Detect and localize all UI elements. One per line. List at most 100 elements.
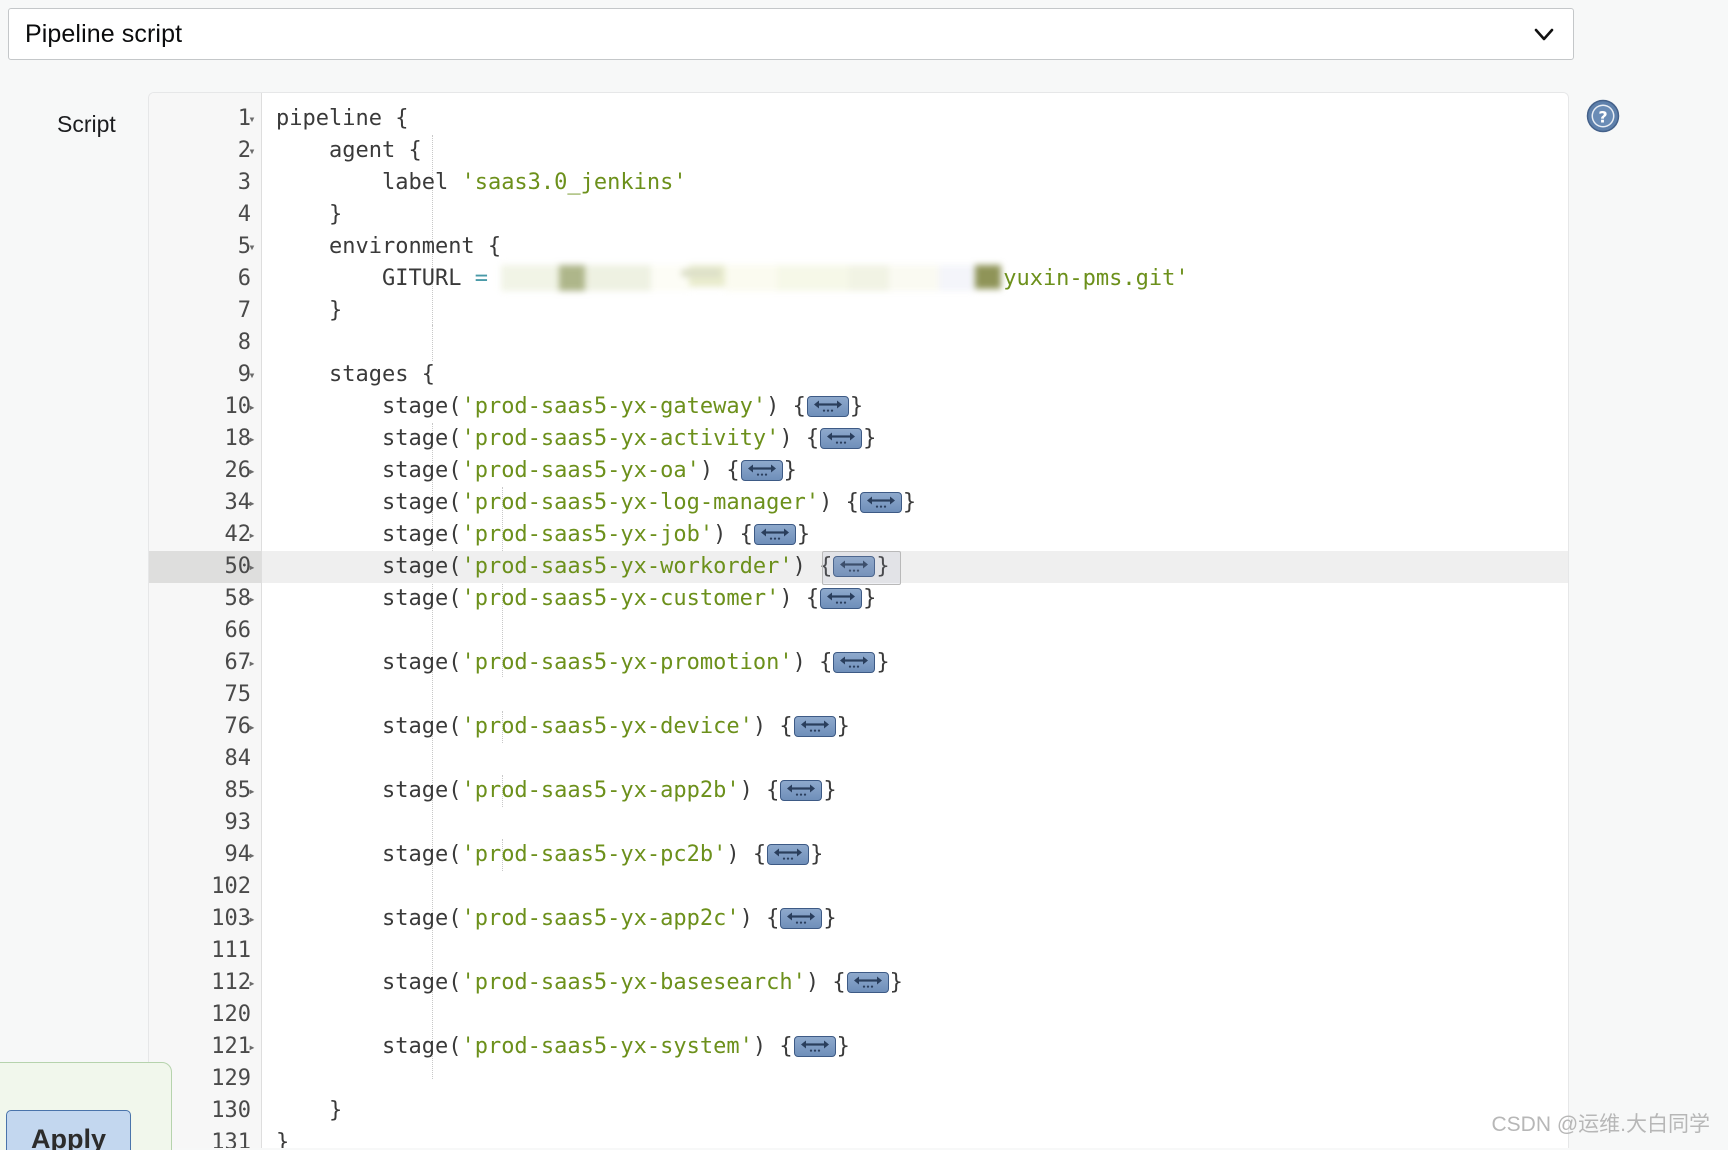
- fold-toggle-icon[interactable]: [245, 167, 259, 199]
- line-number[interactable]: 42 ▸: [149, 519, 261, 551]
- chevron-down-icon[interactable]: [1531, 21, 1557, 47]
- code-line[interactable]: [262, 1063, 1568, 1095]
- fold-toggle-icon[interactable]: [245, 1095, 259, 1127]
- line-number[interactable]: 75: [149, 679, 261, 711]
- line-number[interactable]: 67 ▸: [149, 647, 261, 679]
- code-line[interactable]: label 'saas3.0_jenkins': [262, 167, 1568, 199]
- code-line[interactable]: GITURL = yuxin-pms.git': [262, 263, 1568, 295]
- code-line[interactable]: stage('prod-saas5-yx-device') {}: [262, 711, 1568, 743]
- line-number[interactable]: 8: [149, 327, 261, 359]
- code-line[interactable]: stage('prod-saas5-yx-app2b') {}: [262, 775, 1568, 807]
- code-line[interactable]: [262, 679, 1568, 711]
- code-line[interactable]: agent {: [262, 135, 1568, 167]
- apply-button[interactable]: Apply: [6, 1110, 131, 1150]
- fold-toggle-icon[interactable]: [245, 807, 259, 839]
- fold-widget[interactable]: [753, 524, 796, 545]
- code-line[interactable]: stage('prod-saas5-yx-workorder') {}: [262, 551, 1568, 583]
- code-line[interactable]: [262, 743, 1568, 775]
- fold-widget[interactable]: [780, 780, 823, 801]
- line-number[interactable]: 76 ▸: [149, 711, 261, 743]
- fold-toggle-icon[interactable]: ▸: [245, 647, 259, 679]
- line-number[interactable]: 5 ▾: [149, 231, 261, 263]
- fold-toggle-icon[interactable]: ▾: [245, 359, 259, 391]
- fold-toggle-icon[interactable]: ▸: [245, 487, 259, 519]
- fold-toggle-icon[interactable]: [245, 1127, 259, 1148]
- fold-toggle-icon[interactable]: ▸: [245, 423, 259, 455]
- line-number[interactable]: 102: [149, 871, 261, 903]
- line-number[interactable]: 58 ▸: [149, 583, 261, 615]
- code-line[interactable]: stage('prod-saas5-yx-promotion') {}: [262, 647, 1568, 679]
- fold-toggle-icon[interactable]: [245, 327, 259, 359]
- line-number[interactable]: 93: [149, 807, 261, 839]
- fold-toggle-icon[interactable]: [245, 1063, 259, 1095]
- code-line[interactable]: stage('prod-saas5-yx-basesearch') {}: [262, 967, 1568, 999]
- line-number[interactable]: 85 ▸: [149, 775, 261, 807]
- fold-toggle-icon[interactable]: [245, 871, 259, 903]
- fold-toggle-icon[interactable]: ▾: [245, 103, 259, 135]
- code-line[interactable]: stage('prod-saas5-yx-gateway') {}: [262, 391, 1568, 423]
- fold-widget[interactable]: [846, 972, 889, 993]
- fold-toggle-icon[interactable]: [245, 999, 259, 1031]
- code-editor[interactable]: 1 ▾ 2 ▾ 3 4 5 ▾ 6 7 8 9 ▾ 10 ▸ 18 ▸ 26 ▸ 34 ▸ 42 ▸ 50 ▸ 58 ▸ 66 67 ▸ 7…: [148, 92, 1569, 1148]
- line-number[interactable]: 84: [149, 743, 261, 775]
- line-number[interactable]: 50 ▸: [149, 551, 261, 583]
- code-line[interactable]: [262, 327, 1568, 359]
- fold-toggle-icon[interactable]: ▸: [245, 903, 259, 935]
- code-line[interactable]: [262, 871, 1568, 903]
- code-line[interactable]: stage('prod-saas5-yx-job') {}: [262, 519, 1568, 551]
- line-number[interactable]: 7: [149, 295, 261, 327]
- fold-toggle-icon[interactable]: ▸: [245, 839, 259, 871]
- code-line[interactable]: stage('prod-saas5-yx-system') {}: [262, 1031, 1568, 1063]
- line-number[interactable]: 111: [149, 935, 261, 967]
- fold-toggle-icon[interactable]: [245, 679, 259, 711]
- fold-widget[interactable]: [793, 716, 836, 737]
- line-number[interactable]: 6: [149, 263, 261, 295]
- fold-toggle-icon[interactable]: ▸: [245, 455, 259, 487]
- line-number[interactable]: 4: [149, 199, 261, 231]
- line-number-gutter[interactable]: 1 ▾ 2 ▾ 3 4 5 ▾ 6 7 8 9 ▾ 10 ▸ 18 ▸ 26 ▸ 34 ▸ 42 ▸ 50 ▸ 58 ▸ 66 67 ▸ 7…: [149, 93, 262, 1148]
- code-line[interactable]: stage('prod-saas5-yx-pc2b') {}: [262, 839, 1568, 871]
- fold-toggle-icon[interactable]: ▸: [245, 583, 259, 615]
- code-line[interactable]: [262, 807, 1568, 839]
- fold-toggle-icon[interactable]: ▾: [245, 231, 259, 263]
- line-number[interactable]: 3: [149, 167, 261, 199]
- line-number[interactable]: 66: [149, 615, 261, 647]
- code-line[interactable]: }: [262, 199, 1568, 231]
- code-line[interactable]: stages {: [262, 359, 1568, 391]
- line-number[interactable]: 103 ▸: [149, 903, 261, 935]
- code-line[interactable]: [262, 935, 1568, 967]
- fold-widget[interactable]: [859, 492, 902, 513]
- fold-toggle-icon[interactable]: ▸: [245, 551, 259, 583]
- code-line[interactable]: pipeline {: [262, 103, 1568, 135]
- fold-toggle-icon[interactable]: [245, 743, 259, 775]
- fold-toggle-icon[interactable]: ▾: [245, 135, 259, 167]
- code-line[interactable]: [262, 615, 1568, 647]
- code-line[interactable]: stage('prod-saas5-yx-customer') {}: [262, 583, 1568, 615]
- code-line[interactable]: stage('prod-saas5-yx-oa') {}: [262, 455, 1568, 487]
- line-number[interactable]: 1 ▾: [149, 103, 261, 135]
- code-line[interactable]: }: [262, 295, 1568, 327]
- line-number[interactable]: 26 ▸: [149, 455, 261, 487]
- line-number[interactable]: 2 ▾: [149, 135, 261, 167]
- fold-toggle-icon[interactable]: ▸: [245, 391, 259, 423]
- code-line[interactable]: stage('prod-saas5-yx-app2c') {}: [262, 903, 1568, 935]
- fold-widget[interactable]: [833, 652, 876, 673]
- fold-toggle-icon[interactable]: ▸: [245, 967, 259, 999]
- code-line[interactable]: stage('prod-saas5-yx-log-manager') {}: [262, 487, 1568, 519]
- line-number[interactable]: 18 ▸: [149, 423, 261, 455]
- definition-select[interactable]: Pipeline script: [8, 8, 1574, 60]
- line-number[interactable]: 94 ▸: [149, 839, 261, 871]
- fold-widget[interactable]: [780, 908, 823, 929]
- line-number[interactable]: 120: [149, 999, 261, 1031]
- fold-toggle-icon[interactable]: [245, 295, 259, 327]
- fold-toggle-icon[interactable]: ▸: [245, 775, 259, 807]
- code-line[interactable]: environment {: [262, 231, 1568, 263]
- code-line[interactable]: }: [262, 1095, 1568, 1127]
- code-line[interactable]: [262, 999, 1568, 1031]
- fold-widget[interactable]: [833, 556, 876, 577]
- fold-toggle-icon[interactable]: [245, 615, 259, 647]
- fold-widget[interactable]: [820, 428, 863, 449]
- fold-toggle-icon[interactable]: ▸: [245, 1031, 259, 1063]
- line-number[interactable]: 121 ▸: [149, 1031, 261, 1063]
- code-line[interactable]: }: [262, 1127, 1568, 1148]
